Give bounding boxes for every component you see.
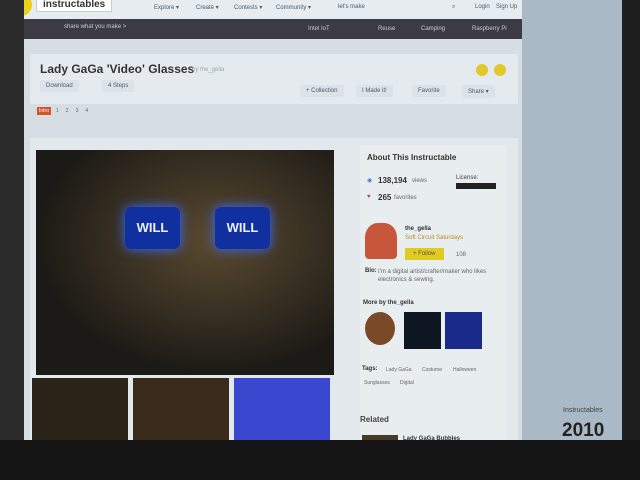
page-4[interactable]: 4 bbox=[83, 107, 90, 115]
share-button[interactable]: Share ▾ bbox=[462, 85, 495, 98]
author-link[interactable]: by the_gella bbox=[192, 67, 224, 73]
page-intro[interactable]: Intro bbox=[37, 107, 52, 115]
login-link[interactable]: Login bbox=[475, 4, 490, 10]
medal-icon bbox=[494, 64, 506, 76]
license-label: License: bbox=[456, 175, 479, 181]
sidebar-heading: About This Instructable bbox=[367, 153, 457, 162]
watermark-brand: Instructables bbox=[563, 407, 603, 414]
views-count: 138,194 bbox=[378, 176, 407, 185]
more-thumbnail[interactable] bbox=[404, 312, 441, 349]
nav-contests[interactable]: Contests ▾ bbox=[234, 4, 262, 11]
more-thumbnail[interactable] bbox=[445, 312, 482, 349]
thumbnail[interactable] bbox=[32, 378, 128, 444]
author-avatar[interactable] bbox=[365, 223, 397, 259]
tag[interactable]: Halloween bbox=[453, 367, 476, 373]
favorite-button[interactable]: Favorite bbox=[412, 85, 446, 97]
channel-camping[interactable]: Camping bbox=[421, 26, 445, 32]
title-card: Lady GaGa 'Video' Glasses by the_gella D… bbox=[30, 54, 518, 104]
collection-button[interactable]: + Collection bbox=[300, 85, 344, 97]
nav-community[interactable]: Community ▾ bbox=[276, 4, 311, 11]
screen-edge-bottom bbox=[0, 440, 640, 480]
signup-link[interactable]: Sign Up bbox=[496, 4, 517, 10]
tag[interactable]: Lady GaGa bbox=[386, 367, 412, 373]
sidebar: About This Instructable ◉ 138,194 views … bbox=[360, 145, 506, 443]
page-3[interactable]: 3 bbox=[74, 107, 81, 115]
channel-raspberry-pi[interactable]: Raspberry Pi bbox=[472, 26, 507, 32]
page-title: Lady GaGa 'Video' Glasses bbox=[40, 62, 195, 76]
thumbnail[interactable] bbox=[133, 378, 229, 444]
step-pager: Intro 1 2 3 4 bbox=[37, 107, 93, 115]
brand-logo[interactable]: instructables bbox=[36, 0, 113, 12]
screen-edge-left bbox=[0, 0, 24, 480]
watermark-year: 2010 bbox=[562, 420, 605, 441]
nav-create[interactable]: Create ▾ bbox=[196, 4, 219, 11]
tag[interactable]: Sunglasses bbox=[364, 380, 390, 386]
more-by-heading: More by the_gella bbox=[363, 300, 414, 306]
author-group[interactable]: Soft Circuit Saturdays bbox=[405, 235, 463, 241]
channel-reuse[interactable]: Reuse bbox=[378, 26, 395, 32]
cc-license-badge[interactable] bbox=[456, 183, 496, 189]
thumbnail[interactable] bbox=[234, 378, 330, 444]
slogan: let's make bbox=[338, 4, 365, 10]
bio-label: Bio: bbox=[365, 268, 377, 274]
follow-button[interactable]: + Follow bbox=[405, 248, 444, 260]
page-2[interactable]: 2 bbox=[64, 107, 71, 115]
author-name[interactable]: the_gella bbox=[405, 226, 431, 232]
favorites-count: 265 bbox=[378, 193, 392, 202]
medal-icon bbox=[476, 64, 488, 76]
nav-explore[interactable]: Explore ▾ bbox=[154, 4, 179, 11]
tag[interactable]: Digital bbox=[400, 380, 414, 386]
tags-label: Tags: bbox=[362, 366, 378, 372]
screen-edge-right bbox=[622, 0, 640, 480]
download-button[interactable]: Download bbox=[40, 80, 79, 92]
search-icon[interactable]: ⌕ bbox=[452, 4, 455, 11]
eye-icon: ◉ bbox=[367, 178, 373, 184]
related-heading: Related bbox=[360, 415, 389, 424]
heart-icon: ♥ bbox=[367, 194, 371, 200]
favorites-label: favorites bbox=[394, 195, 417, 201]
tag[interactable]: Costume bbox=[422, 367, 442, 373]
more-thumbnail[interactable] bbox=[365, 312, 395, 345]
channel-intel[interactable]: Intel IoT bbox=[308, 26, 330, 32]
steps-button[interactable]: 4 Steps bbox=[102, 80, 135, 92]
followers-count: 108 bbox=[456, 252, 467, 258]
views-label: views bbox=[412, 178, 428, 184]
channel-bar: share what you make > Intel IoT Reuse Ca… bbox=[24, 19, 522, 39]
bio-text: I'm a digital artist/crafter/maker who l… bbox=[378, 269, 487, 283]
glasses-lens-left: WILL bbox=[125, 207, 180, 249]
main-photo[interactable] bbox=[36, 150, 334, 375]
page-1[interactable]: 1 bbox=[54, 107, 61, 115]
glasses-lens-right: WILL bbox=[215, 207, 270, 249]
i-made-it-button[interactable]: I Made it! bbox=[356, 85, 393, 97]
tagline[interactable]: share what you make > bbox=[64, 24, 126, 30]
